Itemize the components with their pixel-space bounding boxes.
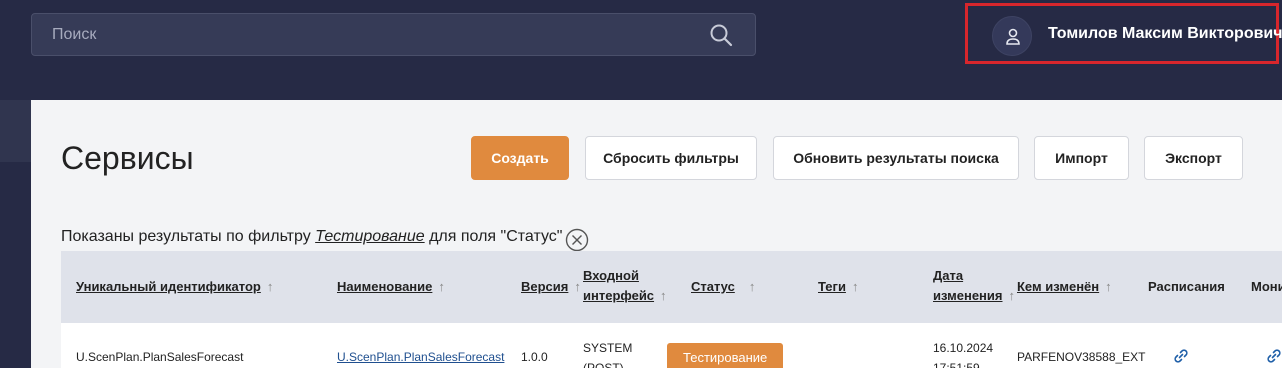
col-version-label: Версия xyxy=(521,279,569,294)
reset-filters-button[interactable]: Сбросить фильтры xyxy=(585,136,757,180)
sort-arrow-icon[interactable]: ↑ xyxy=(1105,277,1112,297)
cell-input-iface: SYSTEM (POST) xyxy=(583,340,632,368)
user-icon xyxy=(1006,28,1020,45)
filter-summary: Показаны результаты по фильтру Тестирова… xyxy=(61,228,562,246)
user-name[interactable]: Томилов Максим Викторович xyxy=(1048,25,1282,43)
col-changed-date-label-1: Дата xyxy=(933,268,964,283)
table-row[interactable]: U.ScenPlan.PlanSalesForecast U.ScenPlan.… xyxy=(61,323,1282,368)
monitoring-link-icon[interactable] xyxy=(1266,348,1282,364)
clear-filter-icon[interactable] xyxy=(565,228,589,252)
col-schedules-header: Расписания xyxy=(1148,277,1225,297)
create-button[interactable]: Создать xyxy=(471,136,569,180)
refresh-results-button[interactable]: Обновить результаты поиска xyxy=(773,136,1019,180)
import-button[interactable]: Импорт xyxy=(1034,136,1129,180)
avatar[interactable] xyxy=(992,16,1032,56)
col-tags-header[interactable]: Теги ↑ xyxy=(818,277,858,297)
col-monitoring-header: Монито xyxy=(1251,277,1282,297)
col-uid-header[interactable]: Уникальный идентификатор ↑ xyxy=(76,277,273,297)
col-tags-label: Теги xyxy=(818,279,846,294)
col-input-iface-label-1: Входной xyxy=(583,268,639,283)
filter-prefix: Показаны результаты по фильтру xyxy=(61,228,311,245)
cell-time: 17:51:59 xyxy=(933,361,980,368)
cell-name-link[interactable]: U.ScenPlan.PlanSalesForecast xyxy=(337,349,504,365)
search-icon[interactable] xyxy=(709,23,733,47)
schedules-link-icon[interactable] xyxy=(1173,348,1189,364)
table-header: Уникальный идентификатор ↑ Наименование ↑ … xyxy=(61,251,1282,323)
search-box xyxy=(31,13,756,56)
cell-input-iface-line-2: (POST) xyxy=(583,361,624,368)
sort-arrow-icon[interactable]: ↑ xyxy=(574,277,581,297)
cell-version: 1.0.0 xyxy=(521,350,548,364)
cell-uid: U.ScenPlan.PlanSalesForecast xyxy=(76,350,244,364)
col-changed-date-header[interactable]: Дата изменения ↑ xyxy=(933,266,1015,306)
col-input-iface-header[interactable]: Входной интерфейс ↑ xyxy=(583,266,667,306)
sort-arrow-icon[interactable]: ↑ xyxy=(749,277,756,297)
col-uid-label: Уникальный идентификатор xyxy=(76,279,261,294)
col-input-iface-label-2: интерфейс xyxy=(583,288,655,303)
col-version-header[interactable]: Версия ↑ xyxy=(521,277,581,297)
page-title: Сервисы xyxy=(61,140,194,176)
col-changed-by-label: Кем изменён xyxy=(1017,279,1100,294)
export-button[interactable]: Экспорт xyxy=(1144,136,1243,180)
cell-changed-date: 16.10.2024 17:51:59 xyxy=(933,340,993,368)
sort-arrow-icon[interactable]: ↑ xyxy=(438,277,445,297)
main-content: Сервисы Создать Сбросить фильтры Обновит… xyxy=(31,100,1282,368)
search-input[interactable] xyxy=(32,14,755,55)
col-changed-by-header[interactable]: Кем изменён ↑ xyxy=(1017,277,1112,297)
sidebar xyxy=(0,100,31,368)
cell-input-iface-line-1: SYSTEM xyxy=(583,341,633,355)
sort-arrow-icon[interactable]: ↑ xyxy=(267,277,274,297)
col-schedules-label: Расписания xyxy=(1148,279,1225,294)
col-name-header[interactable]: Наименование ↑ xyxy=(337,277,445,297)
filter-value: Тестирование xyxy=(315,228,425,245)
user-menu[interactable]: Томилов Максим Викторович xyxy=(965,3,1282,64)
cell-changed-by: PARFENOV38588_EXT xyxy=(1017,350,1146,364)
col-status-label: Статус xyxy=(691,279,735,294)
sort-arrow-icon[interactable]: ↑ xyxy=(852,277,859,297)
col-monitoring-label: Монито xyxy=(1251,279,1282,294)
filter-suffix: для поля "Статус" xyxy=(429,228,563,245)
status-badge: Тестирование xyxy=(667,343,784,368)
sort-arrow-icon[interactable]: ↑ xyxy=(1009,286,1016,306)
sidebar-item-active[interactable] xyxy=(0,100,31,162)
col-status-header[interactable]: Статус ↑ xyxy=(691,277,755,297)
col-changed-date-label-2: изменения xyxy=(933,288,1003,303)
sort-arrow-icon[interactable]: ↑ xyxy=(660,286,667,306)
top-bar: Томилов Максим Викторович xyxy=(0,0,1282,100)
cell-date: 16.10.2024 xyxy=(933,341,994,355)
col-name-label: Наименование xyxy=(337,279,433,294)
